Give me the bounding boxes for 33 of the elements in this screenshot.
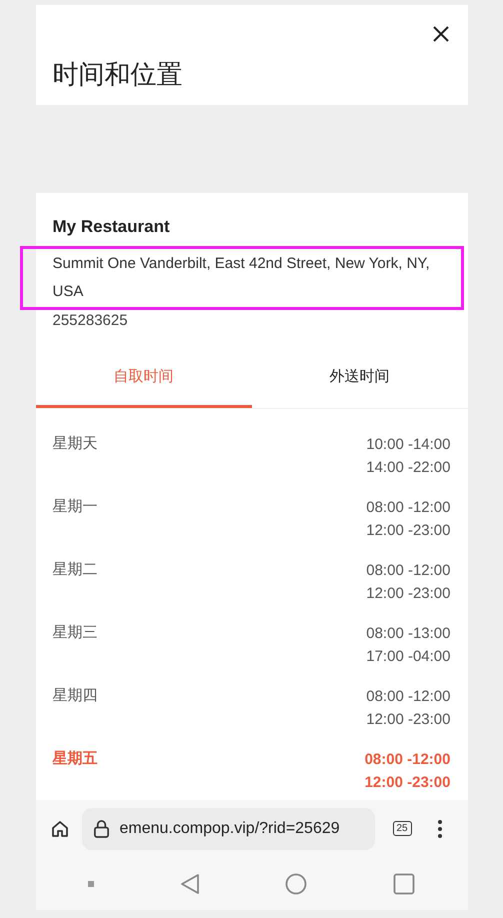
restaurant-address: Summit One Vanderbilt, East 42nd Street, New York, NY, USA [20,246,464,310]
page-title: 时间和位置 [52,61,182,87]
home-circle-icon[interactable] [285,872,308,894]
hours-text: 08:00 -12:00 [366,686,450,706]
day-label: 星期天 [52,434,98,454]
lock-icon [92,819,110,838]
hours-text: 08:00 -12:00 [366,560,450,580]
hours-text: 12:00 -23:00 [366,520,450,540]
hours-text: 17:00 -04:00 [366,646,450,666]
hours-text: 10:00 -14:00 [366,434,450,454]
day-label: 星期五 [52,748,98,768]
tab[interactable]: 外送时间 [252,350,468,408]
hours-text: 08:00 -13:00 [366,624,450,644]
back-icon[interactable] [180,872,200,894]
recents-icon[interactable] [392,872,415,894]
restaurant-phone: 255283625 [52,310,129,330]
day-label: 星期一 [52,496,98,516]
close-icon[interactable] [432,25,450,43]
hours-text: 08:00 -12:00 [364,750,450,770]
tab-count[interactable]: 25 [392,821,412,836]
url-text: emenu.compop.vip/?rid=25629 [120,818,340,838]
day-label: 星期二 [52,560,98,580]
hours-text: 12:00 -23:00 [366,710,450,730]
hours-text: 12:00 -23:00 [364,772,450,792]
more-icon[interactable] [438,818,442,838]
hours-text: 08:00 -12:00 [366,498,450,518]
restaurant-name: My Restaurant [52,216,171,238]
day-label: 星期三 [52,622,98,642]
hours-text: 14:00 -22:00 [366,458,450,478]
day-label: 星期四 [52,686,98,706]
home-icon[interactable] [50,818,70,838]
hours-text: 12:00 -23:00 [366,584,450,604]
address-bar[interactable]: emenu.compop.vip/?rid=25629 [82,808,374,850]
